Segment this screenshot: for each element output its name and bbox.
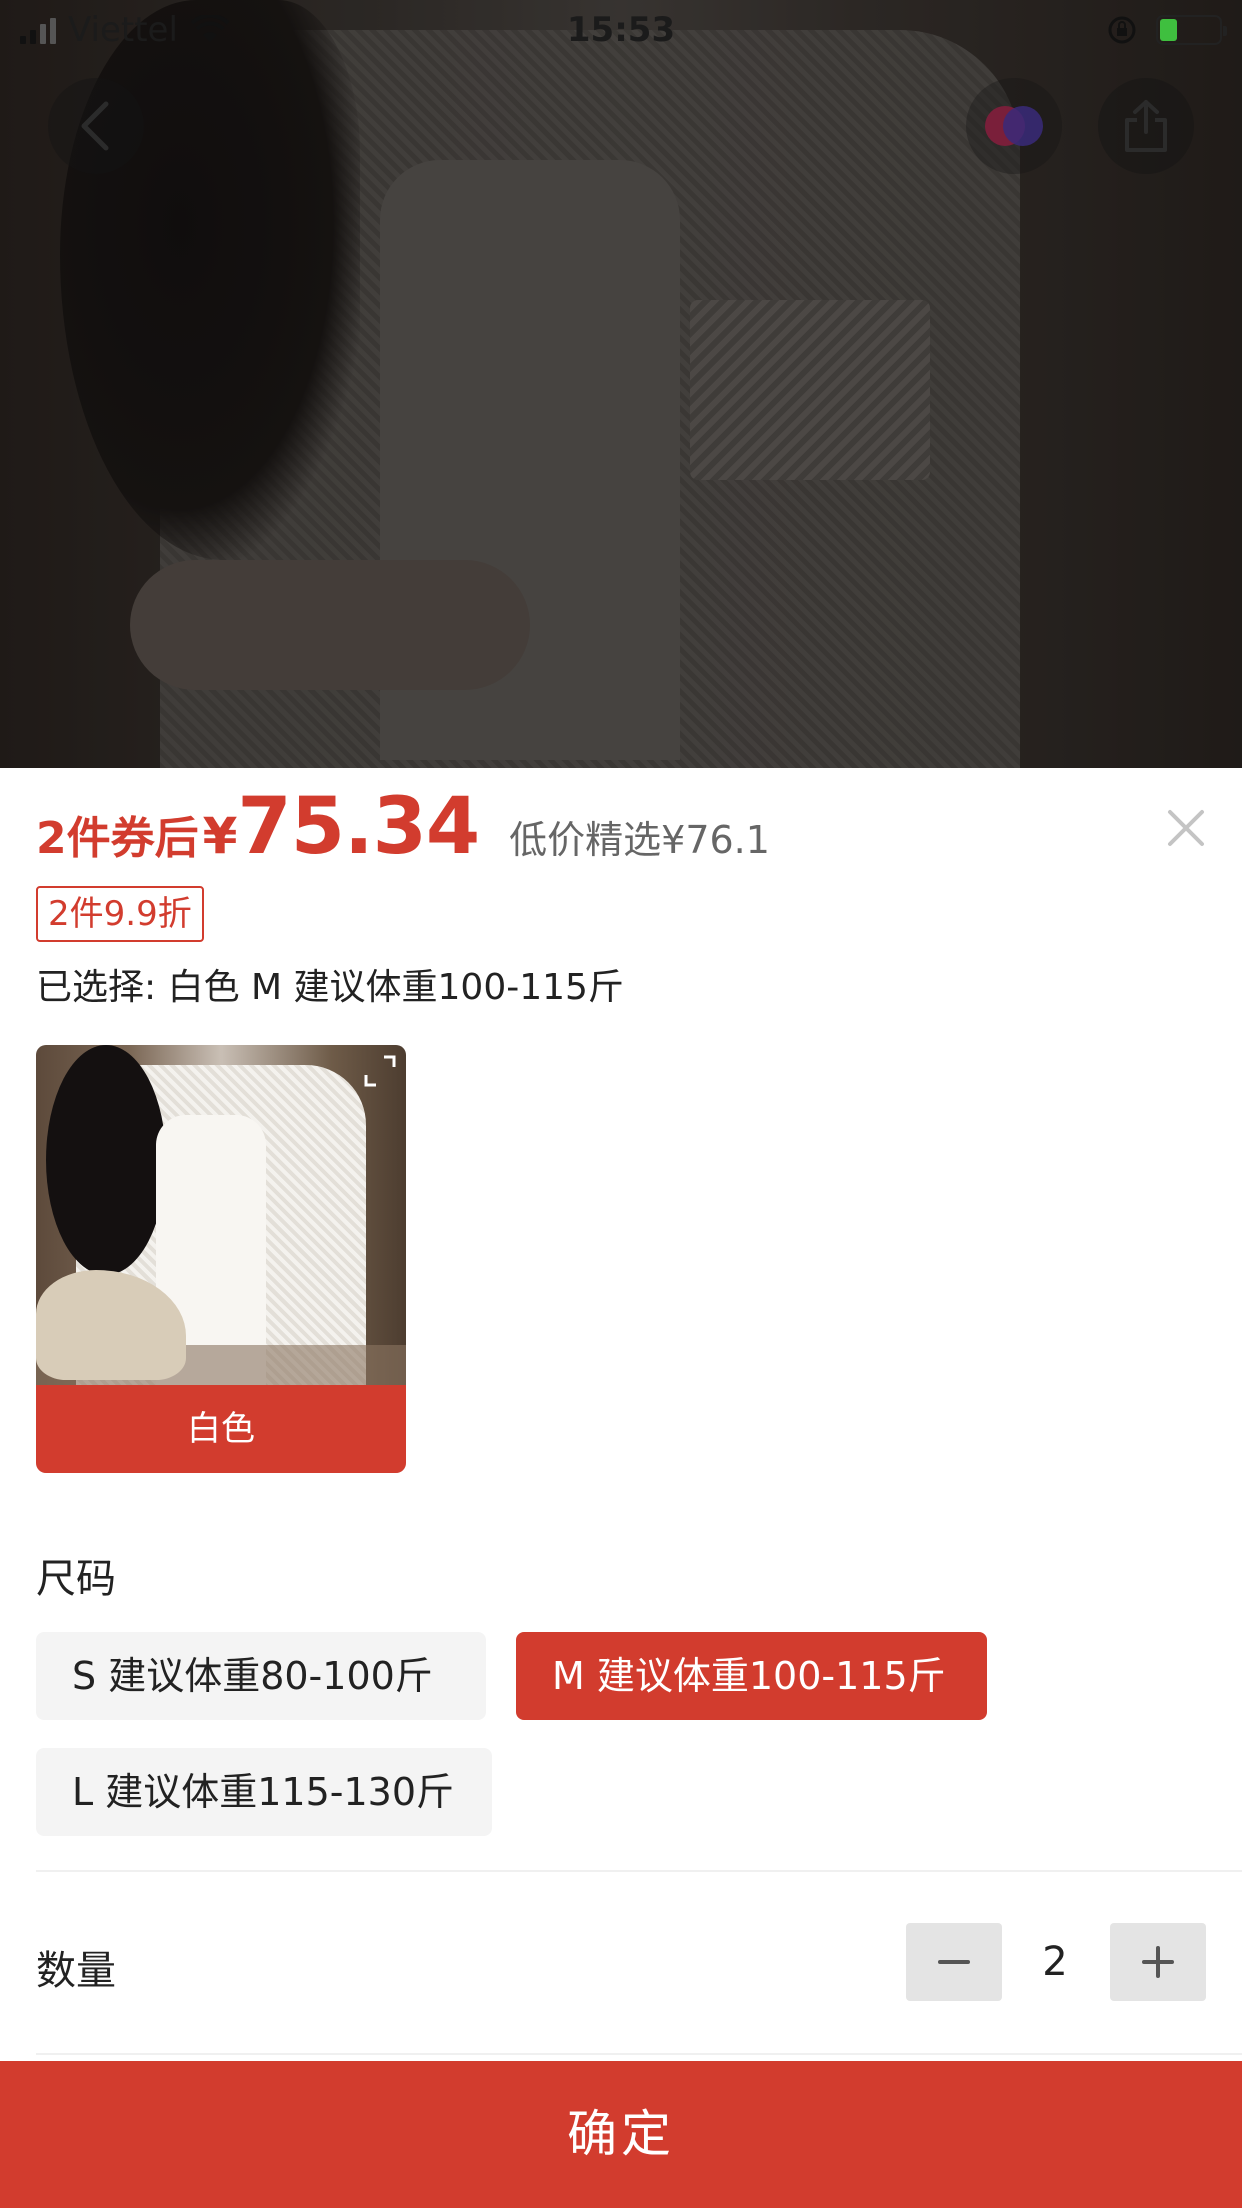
minus-icon xyxy=(938,1960,970,1964)
plus-icon xyxy=(1142,1946,1174,1978)
color-option-label: 白色 xyxy=(36,1385,406,1473)
promo-tag: 2件9.9折 xyxy=(36,886,204,942)
brand-button[interactable] xyxy=(966,78,1062,174)
color-thumbnail xyxy=(36,1045,406,1385)
price-currency: ¥ xyxy=(202,807,238,865)
close-button[interactable] xyxy=(1162,804,1210,852)
battery-icon xyxy=(1156,15,1227,45)
brand-logo-icon xyxy=(985,106,1043,146)
divider xyxy=(36,2053,1242,2055)
quantity-value[interactable]: 2 xyxy=(1010,1923,1100,2001)
close-icon xyxy=(1168,810,1204,846)
quantity-title: 数量 xyxy=(36,1948,116,1994)
expand-icon[interactable] xyxy=(362,1053,398,1089)
color-option-white[interactable]: 白色 xyxy=(36,1045,406,1473)
status-right xyxy=(1106,14,1227,46)
size-option-l[interactable]: L 建议体重115-130斤 xyxy=(36,1748,492,1836)
size-option-s[interactable]: S 建议体重80-100斤 xyxy=(36,1632,486,1720)
price-value: 75.34 xyxy=(237,782,480,872)
price-row: 2件券后 ¥ 75.34 低价精选¥76.1 xyxy=(36,782,770,872)
back-button[interactable] xyxy=(48,78,144,174)
product-image-backdrop: Viettel 15:53 xyxy=(0,0,1242,768)
quantity-decrease-button[interactable] xyxy=(906,1923,1002,2001)
size-option-m[interactable]: M 建议体重100-115斤 xyxy=(516,1632,987,1720)
secondary-price: 低价精选¥76.1 xyxy=(509,818,770,862)
share-icon xyxy=(1125,100,1167,152)
price-prefix: 2件券后 xyxy=(36,813,199,864)
sku-selector-sheet: 2件券后 ¥ 75.34 低价精选¥76.1 2件9.9折 已选择: 白色 M … xyxy=(0,768,1242,2208)
chevron-left-icon xyxy=(81,101,109,151)
confirm-button[interactable]: 确定 xyxy=(0,2061,1242,2208)
clock: 15:53 xyxy=(566,10,676,50)
share-button[interactable] xyxy=(1098,78,1194,174)
size-section-title: 尺码 xyxy=(36,1556,116,1602)
status-bar: Viettel 15:53 xyxy=(0,0,1242,60)
quantity-increase-button[interactable] xyxy=(1110,1923,1206,2001)
rotation-lock-icon xyxy=(1108,16,1136,44)
divider xyxy=(36,1870,1242,1872)
selected-summary: 已选择: 白色 M 建议体重100-115斤 xyxy=(36,967,624,1008)
